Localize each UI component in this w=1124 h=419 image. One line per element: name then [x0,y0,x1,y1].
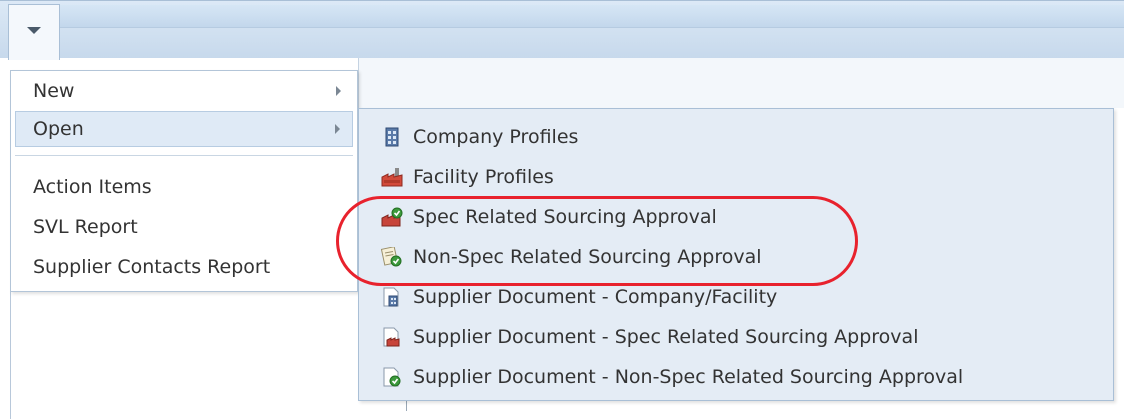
submenu-item-company-profiles[interactable]: Company Profiles [369,117,1103,157]
submenu-item-label: Supplier Document - Company/Facility [413,286,778,308]
main-menu: New Open Action Items SVL Report Supplie… [10,70,358,292]
menu-item-action-items[interactable]: Action Items [15,169,353,205]
approval-document-icon [381,247,402,267]
background-edge [10,290,11,419]
submenu-item-label: Supplier Document - Spec Related Sourcin… [413,326,919,348]
submenu-item-label: Facility Profiles [413,166,554,188]
open-submenu: Company Profiles Facility Profiles Spec … [358,108,1114,401]
submenu-item-label: Company Profiles [413,126,579,148]
menu-item-svl-report[interactable]: SVL Report [15,209,353,245]
factory-icon [381,168,403,187]
menu-trigger-button[interactable] [8,4,60,60]
approval-icon [381,207,403,227]
submenu-item-label: Supplier Document - Non-Spec Related Sou… [413,366,964,388]
menu-item-open[interactable]: Open [15,111,353,147]
submenu-item-facility-profiles[interactable]: Facility Profiles [369,157,1103,197]
document-check-icon [383,367,401,387]
document-factory-icon [383,327,400,347]
menu-item-label: New [33,80,75,102]
toolbar-strip [60,5,1124,28]
menu-item-supplier-contacts-report[interactable]: Supplier Contacts Report [15,249,353,285]
submenu-item-non-spec-related-sourcing-approval[interactable]: Non-Spec Related Sourcing Approval [369,237,1103,277]
submenu-item-supplier-document-company-facility[interactable]: Supplier Document - Company/Facility [369,277,1103,317]
submenu-arrow-icon [335,124,340,134]
submenu-item-label: Spec Related Sourcing Approval [413,206,717,228]
submenu-item-supplier-document-non-spec-related-sourcing-approval[interactable]: Supplier Document - Non-Spec Related Sou… [369,357,1103,397]
toolbar [0,0,1124,58]
menu-item-new[interactable]: New [15,73,353,109]
submenu-item-supplier-document-spec-related-sourcing-approval[interactable]: Supplier Document - Spec Related Sourcin… [369,317,1103,357]
menu-item-label: SVL Report [33,216,138,238]
submenu-item-label: Non-Spec Related Sourcing Approval [413,246,762,268]
menu-item-label: Action Items [33,176,152,198]
building-icon [385,127,399,147]
menu-separator [15,155,353,156]
submenu-arrow-icon [336,86,341,96]
background-panel [358,58,1124,108]
document-building-icon [383,287,399,307]
menu-item-label: Open [33,118,84,140]
menu-item-label: Supplier Contacts Report [33,256,271,278]
submenu-item-spec-related-sourcing-approval[interactable]: Spec Related Sourcing Approval [369,197,1103,237]
chevron-down-icon [27,27,41,34]
